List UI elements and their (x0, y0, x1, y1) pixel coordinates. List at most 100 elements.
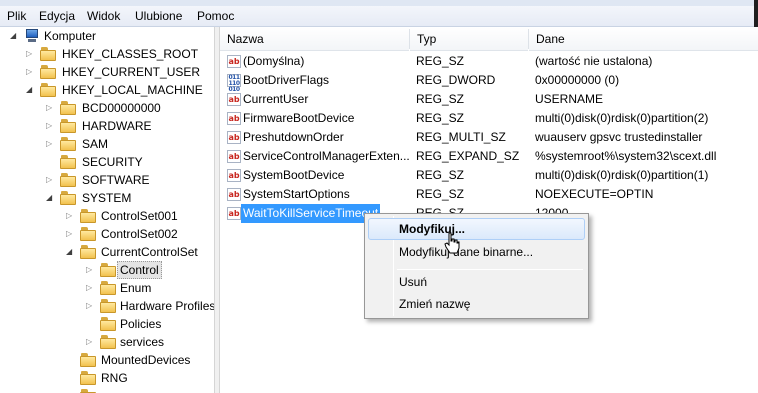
folder-icon (100, 335, 116, 349)
value-data: (wartość nie ustalona) (535, 54, 653, 68)
value-type: REG_SZ (416, 168, 465, 182)
column-header-type[interactable]: Typ (410, 27, 528, 51)
tree-item-label: Komputer (44, 29, 97, 43)
collapse-arrow-icon[interactable]: ▷ (86, 279, 92, 297)
tree-item-label: SOFTWARE (82, 173, 150, 187)
collapse-arrow-icon[interactable]: ▷ (86, 297, 92, 315)
tree-item-label: HKEY_CURRENT_USER (62, 65, 201, 79)
value-row[interactable]: ab (Domyślna) REG_SZ (wartość nie ustalo… (220, 52, 758, 71)
column-header-data[interactable]: Dane (529, 27, 758, 51)
value-row[interactable]: ab PreshutdownOrder REG_MULTI_SZ wuauser… (220, 128, 758, 147)
folder-icon (60, 191, 76, 205)
menu-favorites[interactable]: Ulubione (135, 9, 182, 23)
folder-icon (40, 47, 56, 61)
menu-item-modify[interactable]: Modyfikuj... (368, 218, 585, 240)
folder-icon (80, 227, 96, 241)
collapse-arrow-icon[interactable]: ▷ (66, 225, 72, 243)
string-value-icon: ab (227, 150, 241, 163)
menu-file[interactable]: Plik (7, 9, 26, 23)
collapse-arrow-icon[interactable]: ▷ (86, 333, 92, 351)
title-bar-strip (0, 0, 758, 6)
expand-arrow-icon[interactable]: ◢ (46, 189, 52, 207)
value-name: ServiceControlManagerExten... (243, 149, 410, 163)
folder-icon (60, 101, 76, 115)
hand-cursor-icon (444, 232, 460, 254)
value-type: REG_SZ (416, 187, 465, 201)
string-value-icon: ab (227, 131, 241, 144)
tree-item-label: services (120, 335, 165, 349)
tree-item-label: HARDWARE (82, 119, 152, 133)
tree-item-label: Enum (120, 281, 152, 295)
menu-bar: Plik Edycja Widok Ulubione Pomoc (0, 0, 758, 27)
tree-item-label: ControlSet002 (101, 227, 178, 241)
collapse-arrow-icon[interactable]: ▷ (46, 99, 52, 117)
string-value-icon: ab (227, 55, 241, 68)
menu-view[interactable]: Widok (87, 9, 120, 23)
value-data: NOEXECUTE=OPTIN (535, 187, 654, 201)
menu-edit[interactable]: Edycja (39, 9, 75, 23)
expand-arrow-icon[interactable]: ◢ (10, 27, 16, 45)
context-menu: Modyfikuj... Modyfikuj dane binarne... U… (364, 213, 589, 319)
computer-icon (24, 29, 40, 43)
value-name: (Domyślna) (243, 54, 305, 68)
folder-icon (80, 389, 96, 393)
folder-icon (100, 317, 116, 331)
window-edge (754, 0, 758, 27)
folder-icon (60, 119, 76, 133)
values-list[interactable]: Nazwa Typ Dane ab (Domyślna) REG_SZ (war… (220, 27, 758, 393)
value-row[interactable]: ab SystemBootDevice REG_SZ multi(0)disk(… (220, 166, 758, 185)
value-row[interactable]: ab SystemStartOptions REG_SZ NOEXECUTE=O… (220, 185, 758, 204)
value-row[interactable]: ab ServiceControlManagerExten... REG_EXP… (220, 147, 758, 166)
folder-icon (100, 263, 116, 277)
value-row[interactable]: 011 110 010 BootDriverFlags REG_DWORD 0x00… (220, 71, 758, 93)
folder-icon (40, 83, 56, 97)
collapse-arrow-icon[interactable]: ▷ (26, 63, 32, 81)
tree-item-label: RNG (101, 371, 128, 385)
string-value-icon: ab (227, 207, 241, 220)
folder-icon (60, 137, 76, 151)
string-value-icon: ab (227, 93, 241, 106)
folder-icon (80, 209, 96, 223)
tree-item-label: Policies (120, 317, 162, 331)
collapse-arrow-icon[interactable]: ▷ (46, 171, 52, 189)
menu-item-rename[interactable]: Zmień nazwę (368, 293, 585, 315)
expand-arrow-icon[interactable]: ◢ (66, 243, 72, 261)
expand-arrow-icon[interactable]: ◢ (26, 81, 32, 99)
tree-item-label: ControlSet001 (101, 209, 178, 223)
column-header-name[interactable]: Nazwa (220, 27, 409, 51)
tree-item-label: HKEY_LOCAL_MACHINE (62, 83, 203, 97)
string-value-icon: ab (227, 112, 241, 125)
menu-separator (397, 269, 583, 270)
collapse-arrow-icon[interactable]: ▷ (46, 117, 52, 135)
collapse-arrow-icon[interactable]: ▷ (66, 207, 72, 225)
value-data: multi(0)disk(0)rdisk(0)partition(2) (535, 111, 709, 125)
value-row[interactable]: ab FirmwareBootDevice REG_SZ multi(0)dis… (220, 109, 758, 128)
value-type: REG_SZ (416, 54, 465, 68)
folder-icon (60, 173, 76, 187)
tree-item-label: Hardware Profiles (120, 299, 214, 313)
tree-item-label: SYSTEM (82, 191, 132, 205)
value-data: 0x00000000 (0) (535, 73, 620, 87)
collapse-arrow-icon[interactable]: ▷ (26, 45, 32, 63)
string-value-icon: ab (227, 169, 241, 182)
folder-icon (80, 245, 96, 259)
folder-icon (60, 155, 76, 169)
value-name: CurrentUser (243, 92, 309, 106)
value-name: WaitToKillServiceTimeout (241, 204, 381, 223)
value-type: REG_DWORD (416, 73, 496, 87)
value-row[interactable]: ab CurrentUser REG_SZ USERNAME (220, 90, 758, 109)
collapse-arrow-icon[interactable]: ▷ (86, 261, 92, 279)
collapse-arrow-icon[interactable]: ▷ (46, 135, 52, 153)
folder-icon (80, 371, 96, 385)
folder-icon (100, 281, 116, 295)
menu-item-modify-binary[interactable]: Modyfikuj dane binarne... (368, 241, 585, 263)
registry-tree[interactable]: ◢ Komputer ▷ HKEY_CLASSES_ROOT ▷ HKEY_CU… (0, 27, 214, 393)
value-name: FirmwareBootDevice (243, 111, 355, 125)
tree-item-label: SECURITY (82, 155, 143, 169)
menu-item-delete[interactable]: Usuń (368, 271, 585, 293)
menu-help[interactable]: Pomoc (197, 9, 234, 23)
value-data: wuauserv gpsvc trustedinstaller (535, 130, 703, 144)
tree-item-label: BCD00000000 (82, 101, 161, 115)
folder-icon (40, 65, 56, 79)
value-name: SystemStartOptions (243, 187, 350, 201)
